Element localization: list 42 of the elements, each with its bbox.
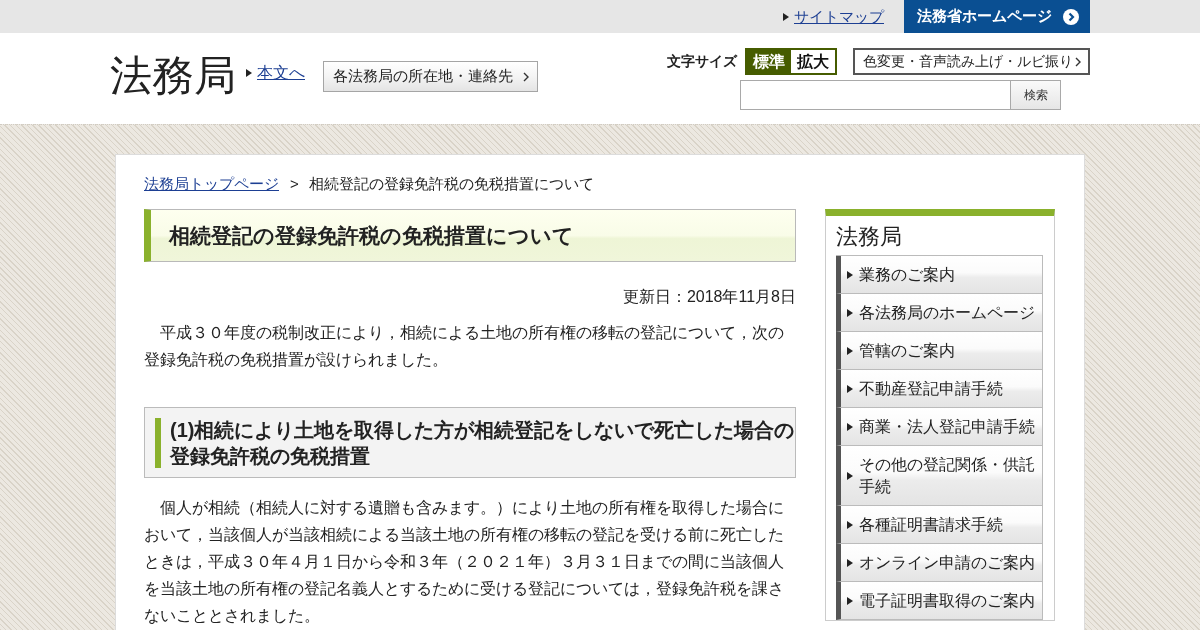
chevron-circle-icon [1063, 8, 1079, 25]
triangle-icon [847, 271, 853, 279]
search-field[interactable] [740, 80, 1011, 110]
breadcrumb-separator: > [290, 174, 299, 194]
triangle-icon [847, 521, 853, 529]
font-size-option[interactable]: 標準 [747, 50, 791, 73]
sidebar-menu-item[interactable]: 電子証明書取得のご案内 [836, 582, 1043, 620]
sitemap-link[interactable]: サイトマップ [783, 6, 884, 27]
font-size-label: 文字サイズ [667, 52, 737, 71]
triangle-icon [847, 309, 853, 317]
chevron-icon [1075, 56, 1081, 67]
search-button[interactable]: 検索 [1011, 80, 1061, 110]
breadcrumb-current: 相続登記の登録免許税の免税措置について [308, 174, 594, 194]
sidebar-menu-item[interactable]: その他の登記関係・供託手続 [836, 446, 1043, 506]
triangle-icon [847, 347, 853, 355]
triangle-icon [847, 423, 853, 431]
breadcrumb-link[interactable]: 法務局トップページ [144, 172, 279, 196]
page-title: 相続登記の登録免許税の免税措置について [144, 209, 796, 262]
sidebar-menu-item[interactable]: 各種証明書請求手続 [836, 506, 1043, 544]
ministry-home-button[interactable]: 法務省ホームページ [904, 0, 1090, 33]
body-paragraph: 個人が相続（相続人に対する遺贈も含みます。）により土地の所有権を取得した場合において，当該個人が当該相続による当該土地の所有権の移転の登記を受ける前に死亡したときは，平成３０年４月１日から令和３年（２０２１年）３月３１日までの間に当該個人を当該土地の所有権の登記名義人とするために受ける登記については，登録免許税を課さないこととされました。 [144, 498, 785, 626]
section-heading: (1)相続により土地を取得した方が相続登記をしないで死亡した場合の登録免許税の免税措置 [144, 407, 796, 478]
triangle-icon [847, 559, 853, 567]
body-paragraph: 平成３０年度の税制改正により，相続による土地の所有権の移転の登記について，次の登録免許税の免税措置が設けられました。 [144, 323, 785, 370]
chevron-icon [523, 71, 529, 82]
sidebar-title: 法務局 [836, 223, 903, 251]
sidebar-menu-item[interactable]: 商業・法人登記申請手続 [836, 408, 1043, 446]
sidebar-menu-item[interactable]: 業務のご案内 [836, 256, 1043, 294]
sidebar-menu-item[interactable]: 管轄のご案内 [836, 332, 1043, 370]
offices-button[interactable]: 各法務局の所在地・連絡先 [323, 61, 538, 92]
triangle-icon [246, 69, 252, 77]
site-logo: 法務局 [110, 52, 236, 100]
triangle-icon [847, 597, 853, 605]
triangle-icon [783, 12, 789, 21]
updated-date: 更新日：2018年11月8日 [621, 287, 796, 307]
accessibility-button[interactable]: 色変更・音声読み上げ・ルビ振り [853, 48, 1090, 75]
sidebar-menu-item[interactable]: 各法務局のホームページ [836, 294, 1043, 332]
triangle-icon [847, 385, 853, 393]
sidebar-menu-item[interactable]: 不動産登記申請手続 [836, 370, 1043, 408]
skip-link[interactable]: 本文へ [246, 62, 305, 84]
sidebar-menu-item[interactable]: オンライン申請のご案内 [836, 544, 1043, 582]
triangle-icon [847, 472, 853, 480]
